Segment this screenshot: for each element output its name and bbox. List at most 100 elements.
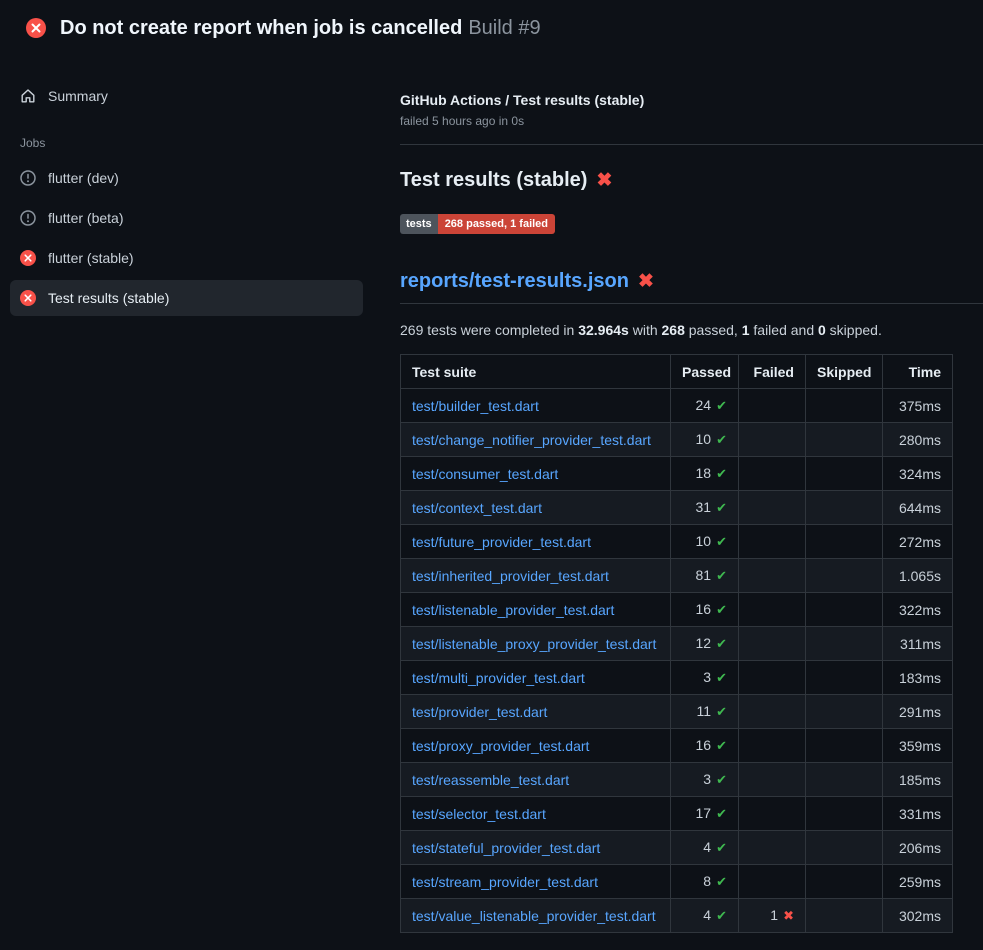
test-suite-link[interactable]: test/context_test.dart	[412, 500, 542, 516]
test-suite-link[interactable]: test/listenable_proxy_provider_test.dart	[412, 636, 656, 652]
passed-cell: 16✔	[671, 729, 739, 763]
sidebar-item-flutter-beta[interactable]: flutter (beta)	[10, 200, 363, 236]
suite-cell: test/listenable_provider_test.dart	[401, 593, 671, 627]
suite-cell: test/multi_provider_test.dart	[401, 661, 671, 695]
passed-cell-count: 18	[696, 465, 712, 481]
sidebar-item-test-results-stable[interactable]: Test results (stable)	[10, 280, 363, 316]
breadcrumb: GitHub Actions / Test results (stable)	[400, 92, 983, 108]
check-icon: ✔	[716, 738, 727, 753]
test-suite-link[interactable]: test/multi_provider_test.dart	[412, 670, 585, 686]
col-test-suite: Test suite	[401, 355, 671, 389]
failed-cell-count: 1	[770, 907, 778, 923]
skipped-cell	[806, 423, 883, 457]
passed-cell-count: 12	[696, 635, 712, 651]
time-cell: 291ms	[883, 695, 953, 729]
time-cell: 311ms	[883, 627, 953, 661]
skipped-cell	[806, 831, 883, 865]
passed-cell-count: 81	[696, 567, 712, 583]
suite-cell: test/value_listenable_provider_test.dart	[401, 899, 671, 933]
test-suite-link[interactable]: test/provider_test.dart	[412, 704, 547, 720]
passed-cell-count: 10	[696, 533, 712, 549]
sidebar-item-flutter-dev[interactable]: flutter (dev)	[10, 160, 363, 196]
table-row: test/reassemble_test.dart3✔185ms	[401, 763, 953, 797]
section-title-text: Test results (stable)	[400, 169, 587, 192]
skipped-cell	[806, 491, 883, 525]
passed-cell-count: 4	[703, 839, 711, 855]
check-icon: ✔	[716, 636, 727, 651]
failed-cell	[739, 729, 806, 763]
sidebar-item-summary[interactable]: Summary	[10, 78, 363, 114]
check-icon: ✔	[716, 500, 727, 515]
neutral-status-icon	[20, 210, 36, 226]
failed-x-icon: ✖	[638, 272, 654, 291]
suite-cell: test/provider_test.dart	[401, 695, 671, 729]
passed-cell-count: 3	[703, 771, 711, 787]
passed-cell-count: 31	[696, 499, 712, 515]
test-suite-link[interactable]: test/future_provider_test.dart	[412, 534, 591, 550]
passed-cell-count: 11	[697, 703, 712, 719]
passed-cell: 31 ✔	[671, 491, 739, 525]
test-suite-link[interactable]: test/listenable_provider_test.dart	[412, 602, 614, 618]
table-row: test/context_test.dart31✔644ms	[401, 491, 953, 525]
skipped-cell	[806, 559, 883, 593]
divider	[400, 144, 983, 145]
time-cell: 375ms	[883, 389, 953, 423]
passed-cell: 3✔	[671, 661, 739, 695]
test-suite-link[interactable]: test/value_listenable_provider_test.dart	[412, 908, 656, 924]
table-row: test/stream_provider_test.dart8✔259ms	[401, 865, 953, 899]
time-cell: 280ms	[883, 423, 953, 457]
skipped-cell	[806, 763, 883, 797]
report-link[interactable]: reports/test-results.json	[400, 270, 629, 293]
skipped-cell	[806, 457, 883, 491]
table-row: test/listenable_proxy_provider_test.dart…	[401, 627, 953, 661]
badge-value: 268 passed, 1 failed	[438, 214, 555, 234]
failed-cell	[739, 559, 806, 593]
test-suite-link[interactable]: test/consumer_test.dart	[412, 466, 558, 482]
skipped-cell	[806, 389, 883, 423]
report-heading: reports/test-results.json ✖	[400, 270, 983, 304]
tests-badge: tests 268 passed, 1 failed	[400, 214, 555, 234]
time-cell: 324ms	[883, 457, 953, 491]
failed-cell	[739, 865, 806, 899]
test-suite-link[interactable]: test/change_notifier_provider_test.dart	[412, 432, 651, 448]
test-suite-link[interactable]: test/proxy_provider_test.dart	[412, 738, 589, 754]
col-skipped: Skipped	[806, 355, 883, 389]
suite-cell: test/inherited_provider_test.dart	[401, 559, 671, 593]
passed-cell: 4✔	[671, 899, 739, 933]
failed-status-icon	[20, 290, 36, 306]
passed-cell: 10✔	[671, 525, 739, 559]
test-suite-link[interactable]: test/builder_test.dart	[412, 398, 539, 414]
skipped-cell	[806, 899, 883, 933]
skipped-cell	[806, 661, 883, 695]
suite-cell: test/future_provider_test.dart	[401, 525, 671, 559]
table-row: test/future_provider_test.dart10✔272ms	[401, 525, 953, 559]
time-cell: 359ms	[883, 729, 953, 763]
failed-status-icon	[26, 18, 46, 38]
run-meta: failed 5 hours ago in 0s	[400, 114, 983, 128]
test-suite-link[interactable]: test/stream_provider_test.dart	[412, 874, 598, 890]
test-suite-link[interactable]: test/stateful_provider_test.dart	[412, 840, 600, 856]
sidebar-item-label: flutter (dev)	[48, 170, 119, 186]
test-suite-link[interactable]: test/selector_test.dart	[412, 806, 546, 822]
passed-cell: 24✔	[671, 389, 739, 423]
main-content: GitHub Actions / Test results (stable) f…	[375, 56, 983, 933]
table-row: test/builder_test.dart 24✔ 375ms	[401, 389, 953, 423]
test-suite-link[interactable]: test/reassemble_test.dart	[412, 772, 569, 788]
skipped-cell	[806, 695, 883, 729]
time-cell: 331ms	[883, 797, 953, 831]
table-row: test/proxy_provider_test.dart 16✔ 359ms	[401, 729, 953, 763]
table-row: test/change_notifier_provider_test.dart1…	[401, 423, 953, 457]
failed-cell	[739, 423, 806, 457]
failed-cell: 1✖	[739, 899, 806, 933]
passed-cell-count: 16	[696, 601, 712, 617]
table-header-row: Test suite Passed Failed Skipped Time	[401, 355, 953, 389]
sidebar-item-flutter-stable[interactable]: flutter (stable)	[10, 240, 363, 276]
test-suite-link[interactable]: test/inherited_provider_test.dart	[412, 568, 609, 584]
build-number: Build #9	[468, 17, 540, 39]
table-row: test/value_listenable_provider_test.dart…	[401, 899, 953, 933]
passed-cell-count: 4	[703, 907, 711, 923]
suite-cell: test/change_notifier_provider_test.dart	[401, 423, 671, 457]
suite-cell: test/selector_test.dart	[401, 797, 671, 831]
skipped-cell	[806, 593, 883, 627]
passed-cell-count: 8	[703, 873, 711, 889]
